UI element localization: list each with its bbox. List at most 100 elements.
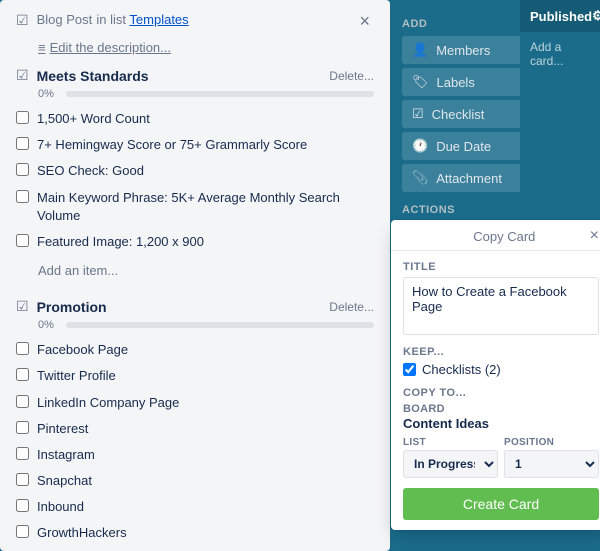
progress-bar-bg-2 [66, 322, 374, 328]
checklist-item[interactable]: Facebook Page [16, 337, 374, 363]
close-button[interactable]: × [355, 10, 374, 32]
checklist-item-label: GrowthHackers [37, 524, 127, 542]
checklist-item-label: Twitter Profile [37, 367, 116, 385]
checklist-title-2: Promotion [37, 299, 107, 315]
checklist-title-1: Meets Standards [37, 68, 149, 84]
add-card-published[interactable]: Add a card... [520, 32, 600, 76]
add-item-btn-1[interactable]: Add an item... [38, 259, 374, 282]
checklist-checkbox[interactable] [16, 342, 29, 355]
checklist-item-label: Pinterest [37, 420, 88, 438]
checklist-checkbox[interactable] [16, 421, 29, 434]
board-label-small: Board [403, 403, 599, 415]
checklist-item[interactable]: Instagram [16, 442, 374, 468]
published-column-header: Published ⚙ [520, 0, 600, 32]
checklist-item[interactable]: Pinterest [16, 416, 374, 442]
checklist-item[interactable]: Reddit [16, 547, 374, 551]
checklist-items-1: 1,500+ Word Count 7+ Hemingway Score or … [16, 106, 374, 255]
checklist-header-2: ☑ Promotion Delete... [16, 298, 374, 315]
checklist-meets-standards: ☑ Meets Standards Delete... 0% 1,500+ Wo… [16, 67, 374, 282]
copy-to-label: Copy to... [403, 387, 599, 399]
card-list-ref: in list Templates [96, 12, 188, 27]
keep-label: Keep... [403, 346, 599, 358]
keep-section: Keep... Checklists (2) [403, 346, 599, 377]
checklist-item-label: 7+ Hemingway Score or 75+ Grammarly Scor… [37, 136, 307, 154]
checklist-checkbox[interactable] [16, 234, 29, 247]
position-label: Position [504, 437, 599, 448]
checklist-item-label: 1,500+ Word Count [37, 110, 150, 128]
copy-to-section: Copy to... Board Content Ideas List In P… [403, 387, 599, 478]
checklist-item-label: Snapchat [37, 472, 92, 490]
list-select[interactable]: In Progress [403, 450, 498, 478]
labels-icon: 🏷 [412, 74, 429, 90]
checklist-header-1: ☑ Meets Standards Delete... [16, 67, 374, 84]
checklist-checkbox[interactable] [16, 499, 29, 512]
edit-icon: ≡ [38, 40, 46, 55]
checklist-item[interactable]: Twitter Profile [16, 363, 374, 389]
progress-row-2: 0% [38, 319, 374, 331]
position-select[interactable]: 1 [504, 450, 599, 478]
progress-pct-2: 0% [38, 319, 58, 331]
checklist-checkbox[interactable] [16, 111, 29, 124]
checklist-items-2: Facebook Page Twitter Profile LinkedIn C… [16, 337, 374, 551]
delete-checklist-2[interactable]: Delete... [329, 300, 374, 314]
checklist-item[interactable]: 1,500+ Word Count [16, 106, 374, 132]
card-title: Blog Post in list Templates [37, 10, 356, 30]
checklist-item[interactable]: LinkedIn Company Page [16, 390, 374, 416]
checklist-item-label: Main Keyword Phrase: 5K+ Average Monthly… [37, 189, 374, 225]
checklist-item[interactable]: Inbound [16, 494, 374, 520]
checklist-item-label: Inbound [37, 498, 84, 516]
checklist-checkbox[interactable] [16, 137, 29, 150]
list-link[interactable]: Templates [129, 12, 188, 27]
checklist-checkbox[interactable] [16, 163, 29, 176]
progress-row-1: 0% [38, 88, 374, 100]
copy-card-header: Copy Card × [391, 220, 600, 251]
published-settings-icon: ⚙ [592, 8, 600, 24]
card-title-input[interactable]: How to Create a Facebook Page [403, 277, 599, 335]
checklist-item[interactable]: Featured Image: 1,200 x 900 [16, 229, 374, 255]
create-card-button[interactable]: Create Card [403, 488, 599, 520]
card-title-text: Blog Post [37, 12, 93, 27]
position-col: Position 1 [504, 437, 599, 478]
checklist-item-label: LinkedIn Company Page [37, 394, 179, 412]
checklist-promotion: ☑ Promotion Delete... 0% Facebook Page T… [16, 298, 374, 551]
keep-checklists-label: Checklists (2) [422, 362, 501, 377]
published-title: Published [530, 9, 592, 24]
edit-description-link[interactable]: ≡ Edit the description... [38, 40, 374, 55]
checklist-item-label: Facebook Page [37, 341, 128, 359]
checklist-checkbox[interactable] [16, 447, 29, 460]
checklist-item-label: Featured Image: 1,200 x 900 [37, 233, 204, 251]
progress-bar-bg-1 [66, 91, 374, 97]
card-header: ☑ Blog Post in list Templates × [16, 10, 374, 32]
checklist-checkbox[interactable] [16, 395, 29, 408]
card-title-area: Blog Post in list Templates [37, 10, 356, 30]
due-date-icon: 🕐 [412, 138, 428, 154]
checklist-checkbox[interactable] [16, 473, 29, 486]
checklist-item-label: Instagram [37, 446, 95, 464]
checklist-item[interactable]: GrowthHackers [16, 520, 374, 546]
copy-card-title: Copy Card [419, 229, 590, 244]
keep-checklists-item: Checklists (2) [403, 362, 599, 377]
checklist-icon-1: ☑ [16, 67, 29, 84]
checklist-checkbox[interactable] [16, 190, 29, 203]
list-col: List In Progress [403, 437, 498, 478]
checklist-checkbox[interactable] [16, 368, 29, 381]
title-label: Title [403, 261, 599, 273]
checklist-item[interactable]: Main Keyword Phrase: 5K+ Average Monthly… [16, 185, 374, 229]
members-icon: 👤 [412, 42, 428, 58]
checklist-item[interactable]: 7+ Hemingway Score or 75+ Grammarly Scor… [16, 132, 374, 158]
list-label: List [403, 437, 498, 448]
copy-card-body: Title How to Create a Facebook Page Keep… [391, 251, 600, 530]
checklist-icon: ☑ [412, 106, 424, 122]
copy-card-close-button[interactable]: × [590, 228, 599, 244]
checklist-item[interactable]: Snapchat [16, 468, 374, 494]
card-icon: ☑ [16, 12, 29, 29]
checklist-item-label: SEO Check: Good [37, 162, 144, 180]
list-position-row: List In Progress Position 1 [403, 437, 599, 478]
copy-card-popup: Copy Card × Title How to Create a Facebo… [391, 220, 600, 530]
checklist-item[interactable]: SEO Check: Good [16, 158, 374, 184]
board-value: Content Ideas [403, 416, 599, 431]
checklist-checkbox[interactable] [16, 525, 29, 538]
checklist-icon-2: ☑ [16, 298, 29, 315]
keep-checklists-checkbox[interactable] [403, 363, 416, 376]
delete-checklist-1[interactable]: Delete... [329, 69, 374, 83]
